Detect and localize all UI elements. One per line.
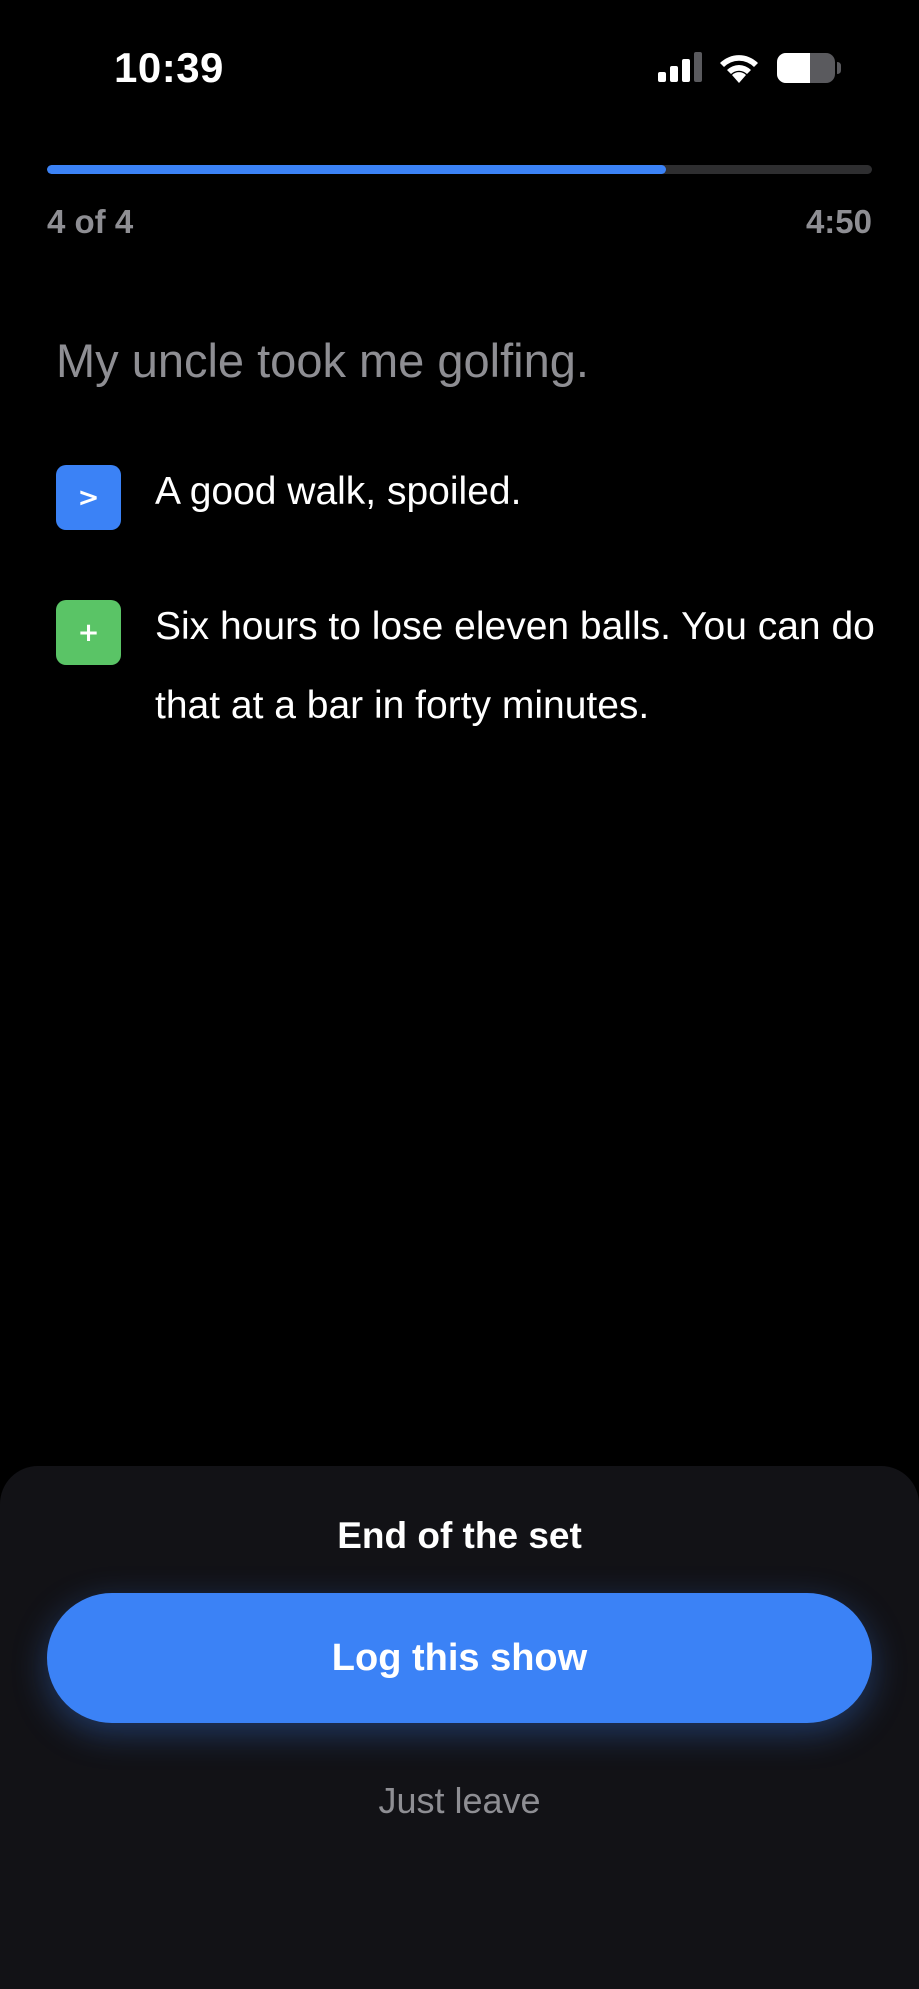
timer-label: 4:50 [805, 203, 872, 240]
beat-text: Six hours to lose eleven balls. You can … [155, 605, 875, 727]
beat-text: A good walk, spoiled. [155, 470, 522, 513]
chevron-right-icon: > [56, 465, 121, 530]
battery-icon [777, 53, 841, 83]
progress-count: 4 of 4 [47, 203, 134, 240]
wifi-icon [720, 55, 758, 83]
sheet-title: End of the set [337, 1515, 582, 1556]
status-bar: 10:39 [0, 0, 919, 140]
just-leave-button[interactable]: Just leave [0, 1780, 919, 1822]
log-show-button[interactable]: Log this show [47, 1593, 872, 1723]
plus-icon: + [56, 600, 121, 665]
signal-icon [658, 52, 702, 82]
joke-setup: My uncle took me golfing. [56, 334, 589, 387]
progress-fill [47, 165, 666, 174]
progress-bar [47, 165, 872, 174]
status-time: 10:39 [114, 44, 224, 91]
